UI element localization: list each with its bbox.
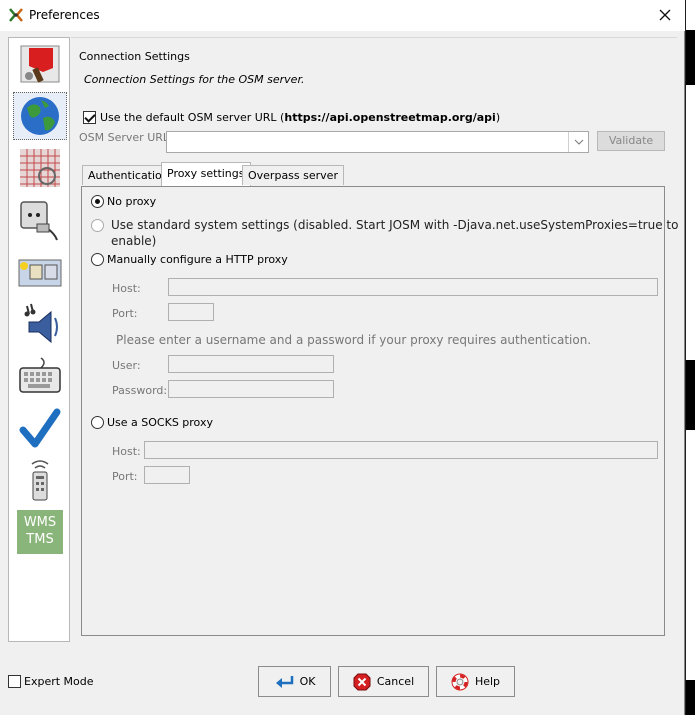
socks-host-input[interactable] xyxy=(144,441,658,459)
system-proxy-label-line2: enable) xyxy=(111,234,157,248)
keyboard-icon xyxy=(19,357,61,393)
help-button[interactable]: Help xyxy=(436,666,515,697)
default-url-label: Use the default OSM server URL ( xyxy=(100,111,285,124)
http-host-label: Host: xyxy=(112,282,141,295)
close-icon xyxy=(659,9,671,21)
default-url-close: ) xyxy=(495,111,501,124)
socks-port-input[interactable] xyxy=(144,466,190,484)
expert-mode-label: Expert Mode xyxy=(24,675,94,688)
section-title: Connection Settings xyxy=(79,50,190,63)
sidebar-item-remote-control[interactable] xyxy=(13,456,67,504)
system-proxy-label-line1: Use standard system settings (disabled. … xyxy=(111,218,679,232)
window-title: Preferences xyxy=(29,8,100,22)
checkmark-icon xyxy=(19,408,61,448)
default-url-value: https://api.openstreetmap.org/api xyxy=(284,111,496,124)
tms-label: TMS xyxy=(26,532,54,547)
help-label: Help xyxy=(474,675,501,688)
preferences-sidebar: WMS TMS xyxy=(8,37,70,642)
manual-proxy-label: Manually configure a HTTP proxy xyxy=(107,253,288,266)
ok-arrow-icon xyxy=(275,675,293,688)
http-port-input[interactable] xyxy=(168,303,214,321)
paint-brush-icon xyxy=(20,45,60,83)
combo-dropdown-button[interactable] xyxy=(568,132,588,152)
http-port-label: Port: xyxy=(112,307,138,320)
map-grid-icon xyxy=(20,149,60,187)
sidebar-item-connection[interactable] xyxy=(13,92,67,140)
chevron-down-icon xyxy=(574,139,583,145)
sidebar-item-validator[interactable] xyxy=(13,404,67,452)
tab-proxy-settings[interactable]: Proxy settings xyxy=(161,162,251,186)
tab-overpass-server[interactable]: Overpass server xyxy=(242,165,344,185)
expert-mode-checkbox[interactable] xyxy=(8,675,21,688)
no-proxy-radio[interactable] xyxy=(91,195,104,208)
title-bar: Preferences xyxy=(0,0,685,31)
server-url-label: OSM Server URL: xyxy=(79,131,173,144)
manual-proxy-option[interactable]: Manually configure a HTTP proxy xyxy=(91,253,288,266)
proxy-settings-panel: No proxy Use standard system settings (d… xyxy=(81,186,678,636)
wms-label: WMS xyxy=(23,515,57,530)
close-button[interactable] xyxy=(653,4,677,26)
background-window-edge xyxy=(686,0,695,715)
globe-icon xyxy=(21,97,59,135)
proxy-password-input[interactable] xyxy=(168,380,334,398)
socks-proxy-label: Use a SOCKS proxy xyxy=(107,416,213,429)
remote-control-icon xyxy=(31,460,49,501)
validate-button[interactable]: Validate xyxy=(597,131,665,151)
sidebar-item-shortcuts[interactable] xyxy=(13,352,67,400)
socks-host-label: Host: xyxy=(112,445,141,458)
manual-proxy-radio[interactable] xyxy=(91,253,104,266)
default-url-row: Use the default OSM server URL ( https:/… xyxy=(83,111,500,124)
speaker-icon xyxy=(24,303,58,344)
connection-settings-panel: Connection Settings Connection Settings … xyxy=(71,37,678,642)
ok-label: OK xyxy=(299,675,316,688)
cancel-label: Cancel xyxy=(376,675,415,688)
proxy-password-label: Password: xyxy=(112,384,168,397)
power-plug-icon xyxy=(20,201,58,241)
cancel-button[interactable]: Cancel xyxy=(338,666,429,697)
sidebar-item-toolbar[interactable] xyxy=(13,248,67,296)
http-host-input[interactable] xyxy=(168,278,658,296)
system-proxy-radio[interactable] xyxy=(91,219,104,232)
proxy-user-label: User: xyxy=(112,359,141,372)
proxy-user-input[interactable] xyxy=(168,355,334,373)
lifebuoy-icon xyxy=(451,673,469,690)
auth-note: Please enter a username and a password i… xyxy=(116,333,592,347)
default-url-checkbox[interactable] xyxy=(83,111,96,124)
no-proxy-label: No proxy xyxy=(107,195,157,208)
sidebar-item-map-projection[interactable] xyxy=(13,144,67,192)
socks-port-label: Port: xyxy=(112,470,138,483)
ok-button[interactable]: OK xyxy=(258,666,331,697)
josm-app-icon xyxy=(9,8,23,22)
section-description: Connection Settings for the OSM server. xyxy=(84,73,305,86)
system-proxy-option[interactable] xyxy=(91,219,104,235)
sidebar-item-display[interactable] xyxy=(13,40,67,88)
preferences-window: Preferences WMS TMS Connection Settings … xyxy=(0,0,685,715)
sidebar-item-imagery[interactable]: WMS TMS xyxy=(13,508,67,556)
sidebar-item-audio[interactable] xyxy=(13,300,67,348)
sidebar-item-plugins[interactable] xyxy=(13,196,67,244)
cancel-icon xyxy=(353,673,371,690)
server-url-combobox[interactable] xyxy=(166,131,589,153)
no-proxy-option[interactable]: No proxy xyxy=(91,195,156,208)
wms-tms-icon: WMS TMS xyxy=(17,510,63,554)
expert-mode-row[interactable]: Expert Mode xyxy=(8,675,94,688)
socks-proxy-radio[interactable] xyxy=(91,416,104,429)
toolbar-icon xyxy=(18,259,62,287)
socks-proxy-option[interactable]: Use a SOCKS proxy xyxy=(91,416,213,429)
